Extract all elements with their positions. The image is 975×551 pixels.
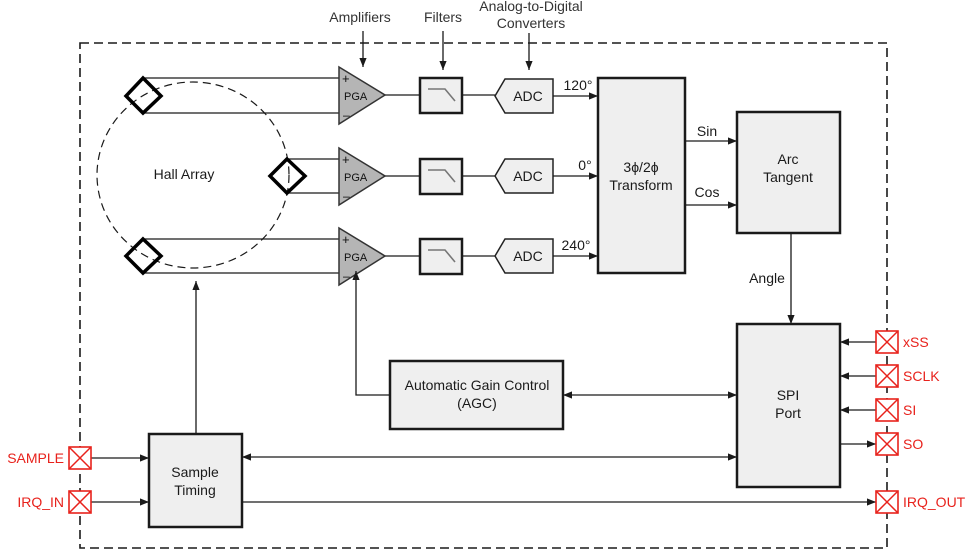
agc-label-line1: Automatic Gain Control bbox=[405, 377, 550, 393]
sin-label: Sin bbox=[697, 123, 717, 139]
adc-label: ADC bbox=[513, 248, 543, 264]
angle-label: Angle bbox=[749, 270, 785, 286]
pin-si: SI bbox=[875, 398, 916, 422]
agc-gain-arrow bbox=[352, 271, 390, 396]
signal-row-2: + – PGA ADC 0° bbox=[338, 146, 598, 207]
hall-sensor-icon bbox=[123, 236, 164, 276]
sample-timing-block bbox=[147, 432, 244, 529]
arc-tangent-label-line2: Tangent bbox=[763, 169, 813, 185]
signal-row-1: + – PGA ADC 120° bbox=[338, 65, 598, 126]
pin-label: SI bbox=[903, 402, 916, 418]
channel-120 bbox=[123, 75, 339, 116]
cos-label: Cos bbox=[695, 184, 720, 200]
adc-label-line1: Analog-to-Digital bbox=[479, 0, 583, 14]
phase-label: 120° bbox=[564, 77, 593, 93]
filters-label: Filters bbox=[424, 9, 462, 25]
pga-label: PGA bbox=[344, 252, 368, 264]
pin-label: IRQ_OUT bbox=[903, 494, 966, 510]
adc-label: ADC bbox=[513, 88, 543, 104]
filter-block bbox=[418, 237, 464, 276]
pga-label: PGA bbox=[344, 91, 368, 103]
pin-so: SO bbox=[875, 432, 923, 456]
amplifiers-label: Amplifiers bbox=[329, 9, 390, 25]
spi-label-line1: SPI bbox=[777, 387, 800, 403]
transform-label-line2: Transform bbox=[609, 177, 672, 193]
pin-sample: SAMPLE bbox=[7, 446, 92, 470]
pin-irq-out: IRQ_OUT bbox=[875, 490, 966, 514]
phase-label: 0° bbox=[578, 157, 591, 173]
phase-label: 240° bbox=[562, 237, 591, 253]
transform-label-line1: 3ϕ/2ϕ bbox=[623, 159, 658, 175]
pin-sclk: SCLK bbox=[875, 364, 940, 388]
minus-sign: – bbox=[343, 108, 350, 122]
plus-sign: + bbox=[342, 71, 350, 86]
adc-label: ADC bbox=[513, 168, 543, 184]
channel-240 bbox=[123, 236, 339, 276]
minus-sign: – bbox=[343, 269, 350, 283]
transform-block bbox=[596, 76, 687, 275]
pin-label: IRQ_IN bbox=[17, 494, 64, 510]
block-diagram: Amplifiers Filters Analog-to-Digital Con… bbox=[7, 0, 966, 549]
filter-block bbox=[418, 157, 464, 196]
sample-timing-label-line2: Timing bbox=[174, 482, 216, 498]
minus-sign: – bbox=[343, 189, 350, 203]
signal-row-3: + – PGA ADC 240° bbox=[338, 226, 598, 287]
adc-label-line2: Converters bbox=[497, 15, 565, 31]
pin-label: SCLK bbox=[903, 368, 940, 384]
plus-sign: + bbox=[342, 152, 350, 167]
pin-irq-in: IRQ_IN bbox=[17, 490, 92, 514]
arc-tangent-label-line1: Arc bbox=[778, 151, 799, 167]
pin-label: SAMPLE bbox=[7, 450, 64, 466]
sample-timing-label-line1: Sample bbox=[171, 464, 219, 480]
pga-label: PGA bbox=[344, 172, 368, 184]
filter-block bbox=[418, 76, 464, 115]
hall-array-label: Hall Array bbox=[154, 166, 215, 182]
pin-xss: xSS bbox=[875, 330, 929, 354]
agc-label-line2: (AGC) bbox=[457, 395, 497, 411]
pin-label: xSS bbox=[903, 334, 929, 350]
channel-0 bbox=[267, 156, 339, 196]
plus-sign: + bbox=[342, 232, 350, 247]
pin-label: SO bbox=[903, 436, 923, 452]
spi-label-line2: Port bbox=[775, 405, 801, 421]
